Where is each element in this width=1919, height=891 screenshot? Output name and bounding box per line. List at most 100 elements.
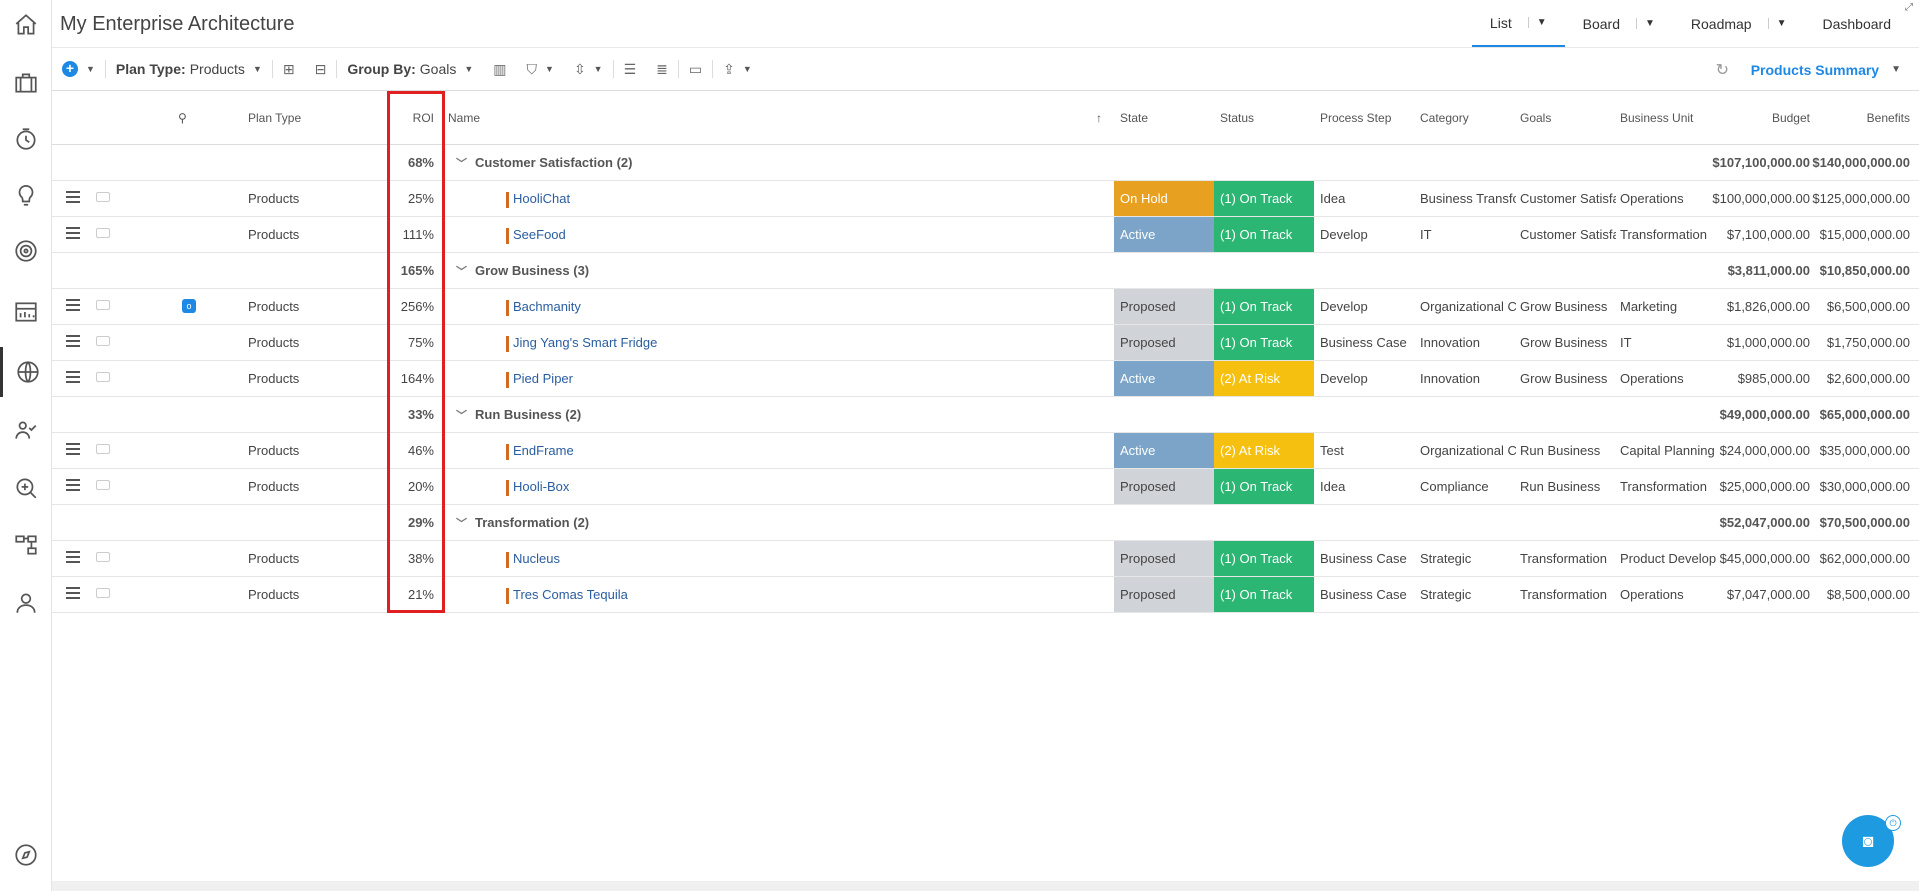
row-menu-icon[interactable] <box>66 335 80 350</box>
list-icon[interactable]: ☰ <box>614 48 647 91</box>
comment-icon[interactable] <box>96 192 110 202</box>
export-icon[interactable]: ⇪ ▼ <box>713 48 762 91</box>
name-cell[interactable]: Bachmanity <box>506 289 581 324</box>
name-cell[interactable]: Pied Piper <box>506 361 573 396</box>
clock-icon[interactable] <box>0 114 52 164</box>
tab-board[interactable]: Board ▼ <box>1565 0 1673 47</box>
table-row[interactable]: Products 25% HooliChat On Hold (1) On Track I… <box>52 181 1919 217</box>
table-row[interactable]: Products 38% Nucleus Proposed (1) On Track Bu… <box>52 541 1919 577</box>
group-name[interactable]: ﹀ Customer Satisfaction (2) <box>456 145 632 180</box>
row-menu-icon[interactable] <box>66 299 80 314</box>
refresh-icon[interactable]: ↻ <box>1716 60 1729 80</box>
table-row[interactable]: Products 46% EndFrame Active (2) At Risk Test… <box>52 433 1919 469</box>
col-status[interactable]: Status <box>1220 111 1254 125</box>
row-menu-icon[interactable] <box>66 371 80 386</box>
comment-icon[interactable] <box>96 372 110 382</box>
row-menu-icon[interactable] <box>66 227 80 242</box>
report-icon[interactable] <box>0 287 52 337</box>
item-link[interactable]: SeeFood <box>513 227 566 242</box>
item-link[interactable]: Nucleus <box>513 551 560 566</box>
name-cell[interactable]: SeeFood <box>506 217 566 252</box>
item-link[interactable]: Tres Comas Tequila <box>513 587 628 602</box>
user-icon[interactable] <box>0 578 52 628</box>
target-icon[interactable] <box>0 226 52 276</box>
comment-icon[interactable] <box>96 228 110 238</box>
table-row[interactable]: Products 164% Pied Piper Active (2) At Risk D… <box>52 361 1919 397</box>
row-height-icon[interactable]: ⇳ ▼ <box>564 48 613 91</box>
name-cell[interactable]: Nucleus <box>506 541 560 576</box>
comment-icon[interactable] <box>96 480 110 490</box>
chevron-down-icon[interactable]: ▼ <box>1635 18 1655 29</box>
item-link[interactable]: HooliChat <box>513 191 570 206</box>
filter-icon[interactable]: ⛉ ▼ <box>517 48 564 91</box>
gantt-icon[interactable]: ≣ <box>646 48 678 91</box>
group-row[interactable]: 165% ﹀ Grow Business (3) $3,811,000.00 $10,8… <box>52 253 1919 289</box>
group-name[interactable]: ﹀ Run Business (2) <box>456 397 581 432</box>
hierarchy-icon[interactable] <box>0 520 52 570</box>
table-row[interactable]: Products 21% Tres Comas Tequila Proposed (1)… <box>52 577 1919 613</box>
comment-icon[interactable] <box>96 588 110 598</box>
comment-icon[interactable] <box>96 300 110 310</box>
item-link[interactable]: Pied Piper <box>513 371 573 386</box>
col-plan-type[interactable]: Plan Type <box>248 111 301 125</box>
table-row[interactable]: Products 20% Hooli-Box Proposed (1) On Track… <box>52 469 1919 505</box>
products-summary-dropdown[interactable]: Products Summary ▼ <box>1751 48 1901 91</box>
chevron-down-icon[interactable]: ﹀ <box>456 507 467 540</box>
row-menu-icon[interactable] <box>66 551 80 566</box>
chevron-down-icon[interactable]: ﹀ <box>456 255 467 288</box>
col-process-step[interactable]: Process Step <box>1320 111 1391 125</box>
comment-icon[interactable] <box>96 336 110 346</box>
briefcase-icon[interactable] <box>0 58 52 108</box>
row-menu-icon[interactable] <box>66 479 80 494</box>
item-link[interactable]: Jing Yang's Smart Fridge <box>513 335 657 350</box>
add-button[interactable]: + ▼ <box>52 48 105 91</box>
table-row[interactable]: Products 111% SeeFood Active (1) On Track Dev… <box>52 217 1919 253</box>
col-business-unit[interactable]: Business Unit <box>1620 111 1693 125</box>
tab-dashboard[interactable]: Dashboard <box>1805 0 1910 47</box>
group-row[interactable]: 68% ﹀ Customer Satisfaction (2) $107,100,00… <box>52 145 1919 181</box>
item-link[interactable]: Bachmanity <box>513 299 581 314</box>
name-cell[interactable]: HooliChat <box>506 181 570 216</box>
col-benefits[interactable]: Benefits <box>1832 111 1910 125</box>
outlook-icon[interactable]: o <box>182 299 196 313</box>
home-icon[interactable] <box>0 0 52 50</box>
chevron-down-icon[interactable]: ▼ <box>1527 17 1547 28</box>
name-cell[interactable]: Jing Yang's Smart Fridge <box>506 325 657 360</box>
columns-icon[interactable]: ▥ <box>483 48 516 91</box>
name-cell[interactable]: Hooli-Box <box>506 469 569 504</box>
table-row[interactable]: Products 75% Jing Yang's Smart Fridge Propo… <box>52 325 1919 361</box>
group-name[interactable]: ﹀ Grow Business (3) <box>456 253 589 288</box>
comment-icon[interactable]: ▭ <box>679 48 712 91</box>
chevron-down-icon[interactable]: ▼ <box>1767 18 1787 29</box>
expand-icon[interactable]: ⤢ <box>1905 2 1913 13</box>
tab-list[interactable]: List ▼ <box>1471 0 1565 47</box>
collapse-all-icon[interactable]: ⊟ <box>305 48 337 91</box>
portfolio-search-icon[interactable] <box>0 463 52 513</box>
expand-all-icon[interactable]: ⊞ <box>273 48 305 91</box>
name-cell[interactable]: Tres Comas Tequila <box>506 577 628 612</box>
plan-type-dropdown[interactable]: Plan Type: Products ▼ <box>106 48 272 91</box>
compass-icon[interactable] <box>0 830 52 880</box>
comment-icon[interactable] <box>96 552 110 562</box>
group-by-dropdown[interactable]: Group By: Goals ▼ <box>337 48 483 91</box>
row-menu-icon[interactable] <box>66 587 80 602</box>
tab-roadmap[interactable]: Roadmap ▼ <box>1673 0 1805 47</box>
hierarchy-icon[interactable]: ⚲ <box>178 111 187 125</box>
table-row[interactable]: o Products 256% Bachmanity Proposed (1) On Tr… <box>52 289 1919 325</box>
col-category[interactable]: Category <box>1420 111 1469 125</box>
power-icon[interactable]: ⏻ <box>1885 815 1901 831</box>
chevron-down-icon[interactable]: ﹀ <box>456 399 467 432</box>
col-state[interactable]: State <box>1120 111 1148 125</box>
horizontal-scrollbar[interactable] <box>52 881 1919 891</box>
chevron-down-icon[interactable]: ﹀ <box>456 147 467 180</box>
col-name[interactable]: Name <box>448 111 480 125</box>
lightbulb-icon[interactable] <box>0 170 52 220</box>
col-budget[interactable]: Budget <box>1742 111 1810 125</box>
group-row[interactable]: 33% ﹀ Run Business (2) $49,000,000.00 $65,00… <box>52 397 1919 433</box>
name-cell[interactable]: EndFrame <box>506 433 574 468</box>
group-row[interactable]: 29% ﹀ Transformation (2) $52,047,000.00 $70,… <box>52 505 1919 541</box>
row-menu-icon[interactable] <box>66 443 80 458</box>
col-goals[interactable]: Goals <box>1520 111 1551 125</box>
comment-icon[interactable] <box>96 444 110 454</box>
globe-icon[interactable] <box>0 347 52 397</box>
